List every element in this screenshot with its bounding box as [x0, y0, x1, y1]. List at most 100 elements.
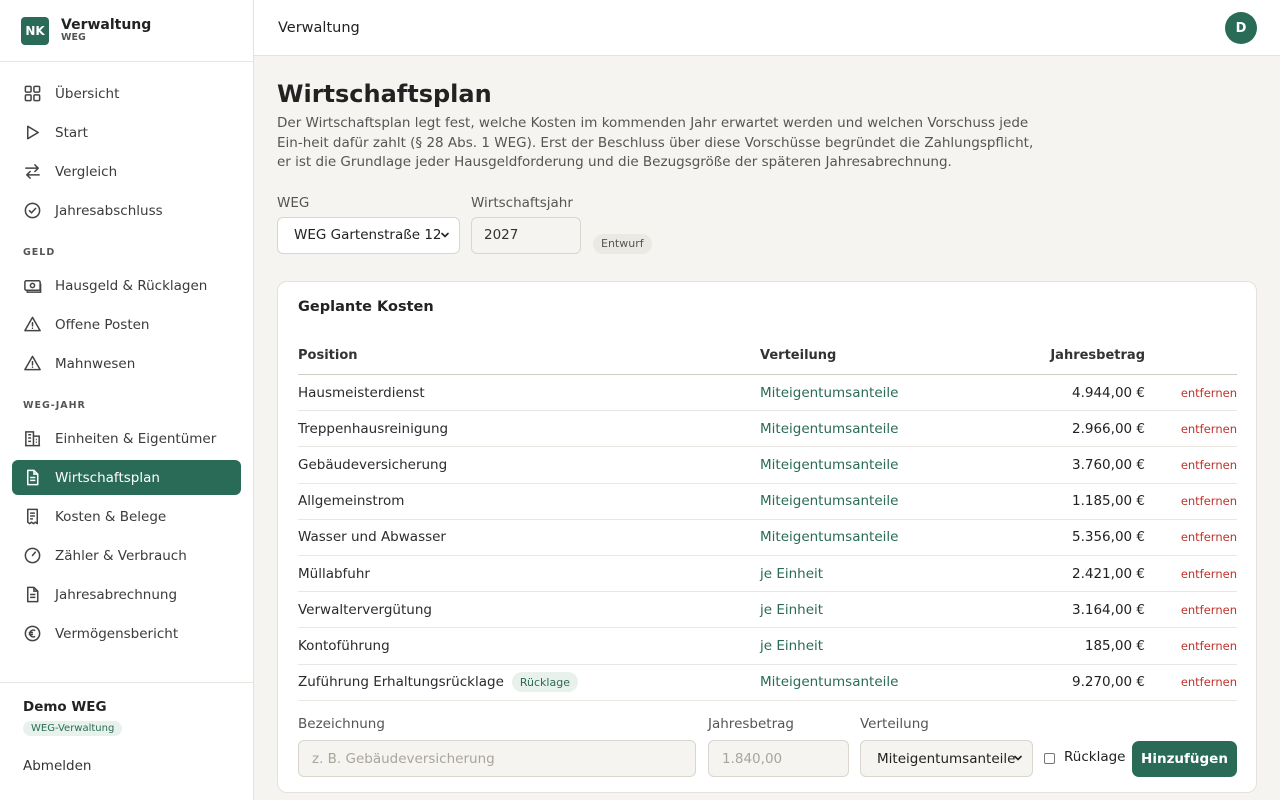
euro-icon	[24, 625, 41, 642]
sidebar-item-einheiten[interactable]: Einheiten & Eigentümer	[12, 421, 241, 456]
sidebar-item-hausgeld[interactable]: Hausgeld & Rücklagen	[12, 268, 241, 303]
topbar-title: Verwaltung	[278, 19, 360, 36]
row-verteilung: Miteigentumsanteile	[760, 384, 899, 401]
row-position: Verwaltervergütung	[298, 601, 432, 618]
sidebar-item-label: Vergleich	[55, 163, 118, 180]
weg-label: WEG	[277, 194, 310, 211]
year-label: Wirtschaftsjahr	[471, 194, 573, 211]
table-row: Verwaltervergütung je Einheit 3.164,00 € en…	[298, 592, 1237, 629]
status-badge: Entwurf	[593, 233, 652, 254]
remove-link[interactable]: entfernen	[1145, 675, 1237, 689]
brand-title: Verwaltung	[61, 16, 152, 33]
row-jahresbetrag: 5.356,00 €	[1072, 529, 1145, 546]
row-jahresbetrag: 2.966,00 €	[1072, 420, 1145, 437]
remove-link[interactable]: entfernen	[1145, 458, 1237, 472]
sidebar-item-wirtschaftsplan[interactable]: Wirtschaftsplan	[12, 460, 241, 495]
row-verteilung: je Einheit	[760, 601, 824, 618]
remove-link[interactable]: entfernen	[1145, 603, 1237, 617]
row-position: Wasser und Abwasser	[298, 529, 446, 546]
brand-subtitle: WEG	[61, 32, 86, 44]
sidebar-nav: Übersicht Start Vergleich Jahresabschlus…	[0, 62, 253, 682]
sidebar-item-vermoegensbericht[interactable]: Vermögensbericht	[12, 616, 241, 651]
sidebar-item-label: Jahresabrechnung	[55, 586, 178, 603]
receipt-icon	[26, 508, 39, 525]
sidebar-item-label: Offene Posten	[55, 316, 150, 333]
sidebar-item-label: Vermögensbericht	[55, 625, 179, 642]
verteilung-select[interactable]: Miteigentumsanteile	[860, 740, 1033, 777]
remove-link[interactable]: entfernen	[1145, 639, 1237, 653]
bezeichnung-label: Bezeichnung	[298, 716, 385, 732]
costs-table: Position Verteilung Jahresbetrag Hausmei…	[298, 337, 1237, 701]
row-verteilung: Miteigentumsanteile	[760, 420, 899, 437]
remove-link[interactable]: entfernen	[1145, 530, 1237, 544]
sidebar-item-jahresabschluss[interactable]: Jahresabschluss	[12, 193, 241, 228]
year-input[interactable]: 2027	[471, 216, 581, 254]
building-icon	[24, 431, 41, 447]
document-icon	[26, 469, 39, 486]
document-icon	[26, 586, 39, 603]
warning-icon	[24, 316, 41, 332]
sidebar-item-jahresabrechnung[interactable]: Jahresabrechnung	[12, 577, 241, 612]
chevron-down-icon	[441, 232, 449, 238]
avatar[interactable]: D	[1225, 12, 1257, 44]
sidebar-item-label: Kosten & Belege	[55, 508, 167, 525]
row-position: Müllabfuhr	[298, 565, 370, 582]
row-verteilung: Miteigentumsanteile	[760, 493, 899, 510]
row-verteilung: je Einheit	[760, 637, 824, 654]
logout-link[interactable]: Abmelden	[23, 758, 230, 774]
sidebar-item-label: Einheiten & Eigentümer	[55, 430, 217, 447]
sidebar-item-mahnwesen[interactable]: Mahnwesen	[12, 346, 241, 381]
table-row: Hausmeisterdienst Miteigentumsanteile 4.94…	[298, 375, 1237, 412]
remove-link[interactable]: entfernen	[1145, 567, 1237, 581]
ruecklage-label: Rücklage	[1064, 749, 1126, 765]
sidebar: NK Verwaltung WEG Übersicht Start Vergle…	[0, 0, 254, 800]
table-row: Zuführung Erhaltungsrücklage Rücklage Mite…	[298, 665, 1237, 701]
remove-link[interactable]: entfernen	[1145, 386, 1237, 400]
bezeichnung-input[interactable]: z. B. Gebäudeversicherung	[298, 740, 696, 777]
row-position: Treppenhausreinigung	[298, 420, 449, 437]
planned-costs-card: Geplante Kosten Position Verteilung Jahr…	[277, 281, 1257, 793]
sidebar-item-offene-posten[interactable]: Offene Posten	[12, 307, 241, 342]
sidebar-item-label: Wirtschaftsplan	[55, 469, 160, 486]
sidebar-item-kosten[interactable]: Kosten & Belege	[12, 499, 241, 534]
remove-link[interactable]: entfernen	[1145, 494, 1237, 508]
row-jahresbetrag: 2.421,00 €	[1072, 565, 1145, 582]
row-jahresbetrag: 3.164,00 €	[1072, 601, 1145, 618]
nav-section-weg-jahr: WEG-JAHR	[23, 400, 86, 411]
weg-select[interactable]: WEG Gartenstraße 12	[277, 216, 460, 254]
sidebar-item-start[interactable]: Start	[12, 115, 241, 150]
header-verteilung: Verteilung	[760, 348, 837, 363]
grid-icon	[24, 85, 41, 102]
add-button[interactable]: Hinzufügen	[1132, 741, 1237, 777]
header-jahresbetrag: Jahresbetrag	[1050, 348, 1145, 363]
warning-icon	[24, 355, 41, 371]
verteilung-select-value: Miteigentumsanteile	[877, 750, 1016, 767]
sidebar-item-vergleich[interactable]: Vergleich	[12, 154, 241, 189]
row-position: Hausmeisterdienst	[298, 384, 425, 401]
sidebar-item-label: Start	[55, 124, 88, 141]
remove-link[interactable]: entfernen	[1145, 422, 1237, 436]
check-circle-icon	[24, 202, 41, 219]
banknote-icon	[24, 279, 42, 293]
chevron-down-icon	[1014, 755, 1022, 761]
sidebar-item-label: Mahnwesen	[55, 355, 136, 372]
row-verteilung: Miteigentumsanteile	[760, 529, 899, 546]
org-role-badge: WEG-Verwaltung	[23, 721, 123, 736]
play-icon	[26, 125, 39, 140]
row-jahresbetrag: 4.944,00 €	[1072, 384, 1145, 401]
ruecklage-checkbox[interactable]	[1044, 753, 1055, 764]
sidebar-item-zaehler[interactable]: Zähler & Verbrauch	[12, 538, 241, 573]
verteilung-label: Verteilung	[860, 716, 929, 732]
table-row: Wasser und Abwasser Miteigentumsanteile 5.…	[298, 520, 1237, 556]
brand: NK Verwaltung WEG	[0, 0, 253, 62]
table-row: Treppenhausreinigung Miteigentumsanteile 2…	[298, 411, 1237, 448]
nav-section-geld: GELD	[23, 247, 56, 258]
weg-select-value: WEG Gartenstraße 12	[294, 227, 442, 243]
sidebar-item-label: Jahresabschluss	[55, 202, 163, 219]
table-row: Kontoführung je Einheit 185,00 € entfernen	[298, 628, 1237, 665]
sidebar-item-uebersicht[interactable]: Übersicht	[12, 76, 241, 111]
jahresbetrag-input[interactable]: 1.840,00	[708, 740, 849, 777]
row-position: Gebäudeversicherung	[298, 456, 448, 473]
header-position: Position	[298, 348, 358, 363]
table-row: Müllabfuhr je Einheit 2.421,00 € entfernen	[298, 556, 1237, 593]
